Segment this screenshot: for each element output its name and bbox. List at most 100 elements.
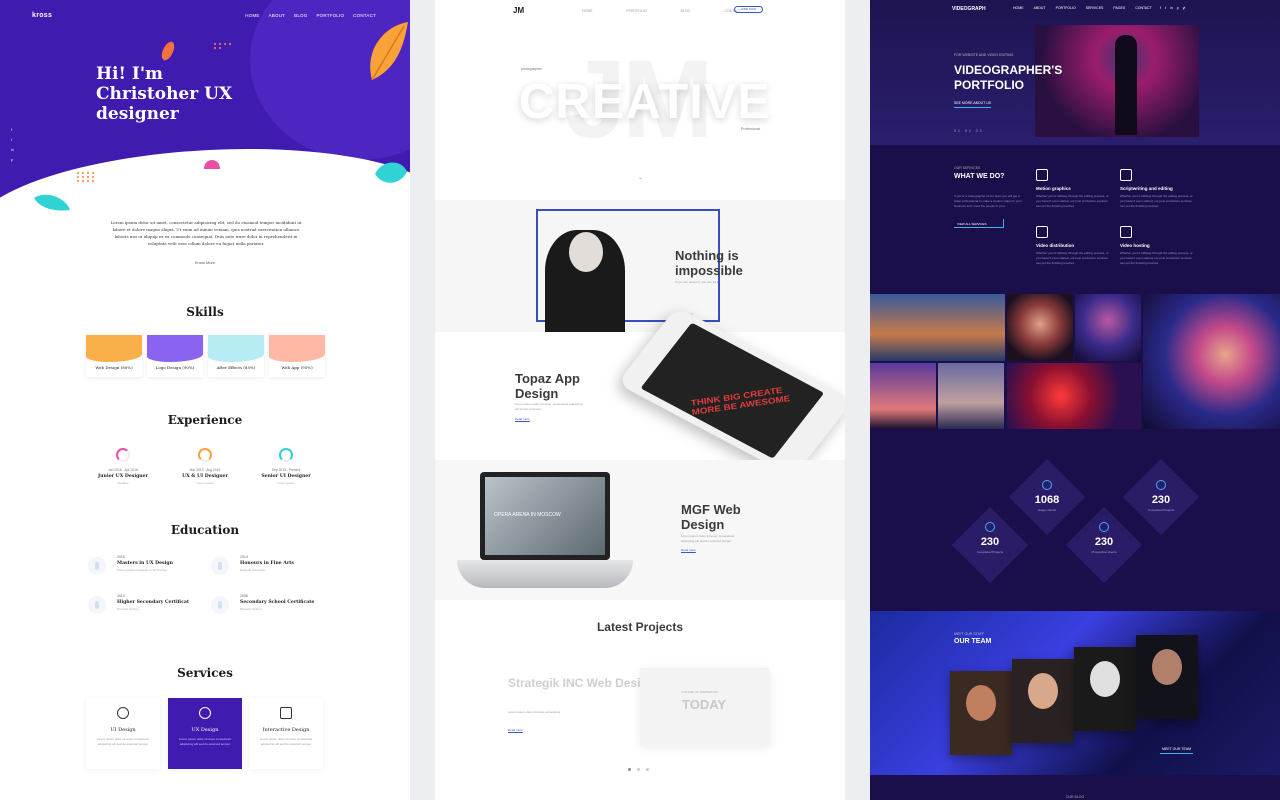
facebook-icon[interactable]: f — [11, 128, 14, 132]
skill-label: Web App (95%) — [281, 365, 313, 370]
nav-services[interactable]: SERVICES — [1086, 6, 1104, 10]
gallery-photo-neon[interactable] — [1075, 294, 1141, 361]
stat-number: 1068 — [1034, 494, 1060, 506]
experience-title: Senior UI Designer — [261, 474, 311, 479]
nav-contact[interactable]: CONTACT — [353, 13, 376, 18]
section-title: Nothing is impossible — [675, 248, 743, 278]
nav-pages[interactable]: PAGES — [1113, 6, 1125, 10]
experience-date: Jan 2018 - Apr 2018 — [108, 468, 138, 472]
project-title: MGF Web Design — [681, 502, 741, 532]
nav-home[interactable]: HOME — [245, 13, 259, 18]
scroll-down-icon[interactable]: ⌄ — [638, 174, 643, 181]
main-nav: HOME ABOUT BLOG PORTFOLIO CONTACT — [245, 13, 376, 18]
nav-portfolio[interactable]: PORTFOLIO — [316, 13, 344, 18]
stat-item: 230 Completed Projects — [1121, 480, 1201, 512]
service-card-ui-design[interactable]: UI Design Lorem ipsum dolor sit amet cons… — [86, 698, 160, 769]
nav-blog[interactable]: BLOG — [294, 13, 307, 18]
skill-bar-fill — [147, 335, 203, 362]
site-logo[interactable]: VIDEOGRAPH — [952, 6, 986, 12]
nav-blog[interactable]: BLOG — [681, 9, 691, 13]
education-item: 2010 Higher Secondary Certificat Pinnacle … — [88, 594, 208, 622]
service-item: Video hosting Whether you're halfway thro… — [1120, 226, 1196, 266]
nav-home[interactable]: HOME — [582, 9, 593, 13]
gallery-photo-face[interactable] — [1143, 294, 1280, 429]
gallery-photo-castle[interactable] — [938, 363, 1004, 429]
clipboard-icon — [985, 522, 995, 532]
gallery-photo-sunset[interactable] — [870, 363, 936, 429]
education-title: Secondary School Certificate — [240, 600, 315, 605]
view-all-services-button[interactable]: VIEW ALL SERVICES — [954, 219, 1004, 228]
know-more-link[interactable]: Know More — [0, 260, 410, 265]
stat-number: 230 — [1094, 536, 1114, 548]
stat-item: 230 Prospective clients — [1064, 522, 1144, 554]
stat-label: Completed Projects — [976, 550, 1004, 554]
site-logo[interactable]: kross — [32, 12, 52, 19]
hero-small-label: Professional — [741, 127, 761, 131]
lightbulb-icon — [1156, 480, 1166, 490]
read-more-link[interactable]: Read more — [515, 417, 530, 421]
phone-screen-text: THINK BIG CREATE MORE BE AWESOME — [690, 385, 791, 417]
service-card-interactive-design[interactable]: Interactive Design Lorem ipsum dolor sit … — [249, 698, 323, 769]
section-text: If you can dream it, you can do it — [675, 280, 719, 284]
pinterest-icon[interactable]: p — [1177, 6, 1179, 10]
education-year: 2010 — [117, 594, 125, 598]
nav-portfolio[interactable]: PORTFOLIO — [627, 9, 647, 13]
pager-dot[interactable] — [628, 768, 631, 771]
nav-portfolio[interactable]: PORTFOLIO — [1056, 6, 1076, 10]
team-member-photo[interactable] — [1136, 635, 1198, 719]
education-item: 2008 Secondary School Certificate Pinnacle… — [211, 594, 331, 622]
pager-dot[interactable] — [646, 768, 649, 771]
stat-label: Prospective clients — [1091, 550, 1117, 554]
site-logo[interactable]: JM — [513, 6, 524, 15]
read-more-link[interactable]: Read more — [681, 548, 696, 552]
service-item: Video distribution Whether you're halfway… — [1036, 226, 1112, 266]
hero-title: VIDEOGRAPHER'S PORTFOLIO — [954, 63, 1063, 92]
gallery-photo-coast[interactable] — [870, 294, 1005, 361]
see-more-button[interactable]: SEE MORE ABOUT US — [954, 101, 992, 108]
leaf-icon — [161, 41, 175, 61]
what-we-do-intro: OUR SERVICES WHAT WE DO? If you're a vid… — [954, 166, 1026, 228]
nav-about[interactable]: ABOUT — [1034, 6, 1046, 10]
phone-mockup: THINK BIG CREATE MORE BE AWESOME — [616, 306, 845, 478]
portrait-photo — [545, 230, 625, 332]
nav-home[interactable]: HOME — [1013, 6, 1024, 10]
hero-pager[interactable]: 01 02 03 — [954, 129, 984, 133]
service-card-ux-design[interactable]: UX Design Lorem ipsum dolor sit amet cons… — [168, 698, 242, 769]
linkedin-icon[interactable]: in — [11, 148, 14, 152]
carousel-pager — [628, 768, 649, 771]
pager-dot[interactable] — [637, 768, 640, 771]
experience-item: Mar 2019 - Aug 2019 UX & UI Designer Lorem… — [170, 448, 240, 485]
team-member-photo[interactable] — [1012, 659, 1074, 743]
service-text: Whether you're halfway through the editi… — [1120, 251, 1193, 265]
videograph-template-preview[interactable]: VIDEOGRAPH HOME ABOUT PORTFOLIO SERVICES… — [870, 0, 1280, 800]
team-member-photo[interactable] — [1074, 647, 1136, 731]
project-card[interactable]: FUTURE OF MARKETING TODAY — [640, 668, 770, 746]
hire-now-button[interactable]: HIRE NOW — [734, 6, 763, 13]
service-text: Lorem ipsum dolor sit amet consectetur a… — [259, 737, 313, 746]
kross-template-preview[interactable]: kross HOME ABOUT BLOG PORTFOLIO CONTACT … — [0, 0, 410, 800]
team-member-photo[interactable] — [950, 671, 1012, 755]
twitter-icon[interactable]: t — [11, 138, 14, 142]
stat-label: Happy clients — [1037, 508, 1056, 512]
nav-about[interactable]: ABOUT — [269, 13, 286, 18]
linkedin-icon[interactable]: in — [1170, 6, 1173, 10]
laptop-mockup: OPERA ARENA IN MOSCOW — [480, 472, 610, 560]
jm-template-preview[interactable]: JM HOME PORTFOLIO BLOG CONTACT HIRE NOW … — [435, 0, 845, 800]
user-icon — [1042, 480, 1052, 490]
pinterest-icon[interactable]: p — [11, 158, 14, 162]
youtube-icon[interactable]: yt — [1183, 6, 1186, 10]
read-more-link[interactable]: Read more — [508, 728, 523, 732]
skill-bar-fill — [208, 335, 264, 362]
meet-our-team-button[interactable]: MEET OUR TEAM — [1160, 745, 1194, 754]
users-icon — [1099, 522, 1109, 532]
card-eyebrow: FUTURE OF MARKETING — [682, 690, 718, 694]
twitter-icon[interactable]: t — [1165, 6, 1166, 10]
stat-number: 230 — [1151, 494, 1171, 506]
hero-section: kross HOME ABOUT BLOG PORTFOLIO CONTACT … — [0, 0, 410, 202]
education-year: 2008 — [240, 594, 248, 598]
facebook-icon[interactable]: f — [1160, 6, 1161, 10]
nav-contact[interactable]: CONTACT — [1135, 6, 1152, 10]
project-text: Lorem ipsum dolor sit amet consectetur — [508, 710, 561, 714]
gallery-photo-saxophone[interactable] — [1007, 363, 1141, 429]
gallery-photo-portrait[interactable] — [1007, 294, 1073, 361]
